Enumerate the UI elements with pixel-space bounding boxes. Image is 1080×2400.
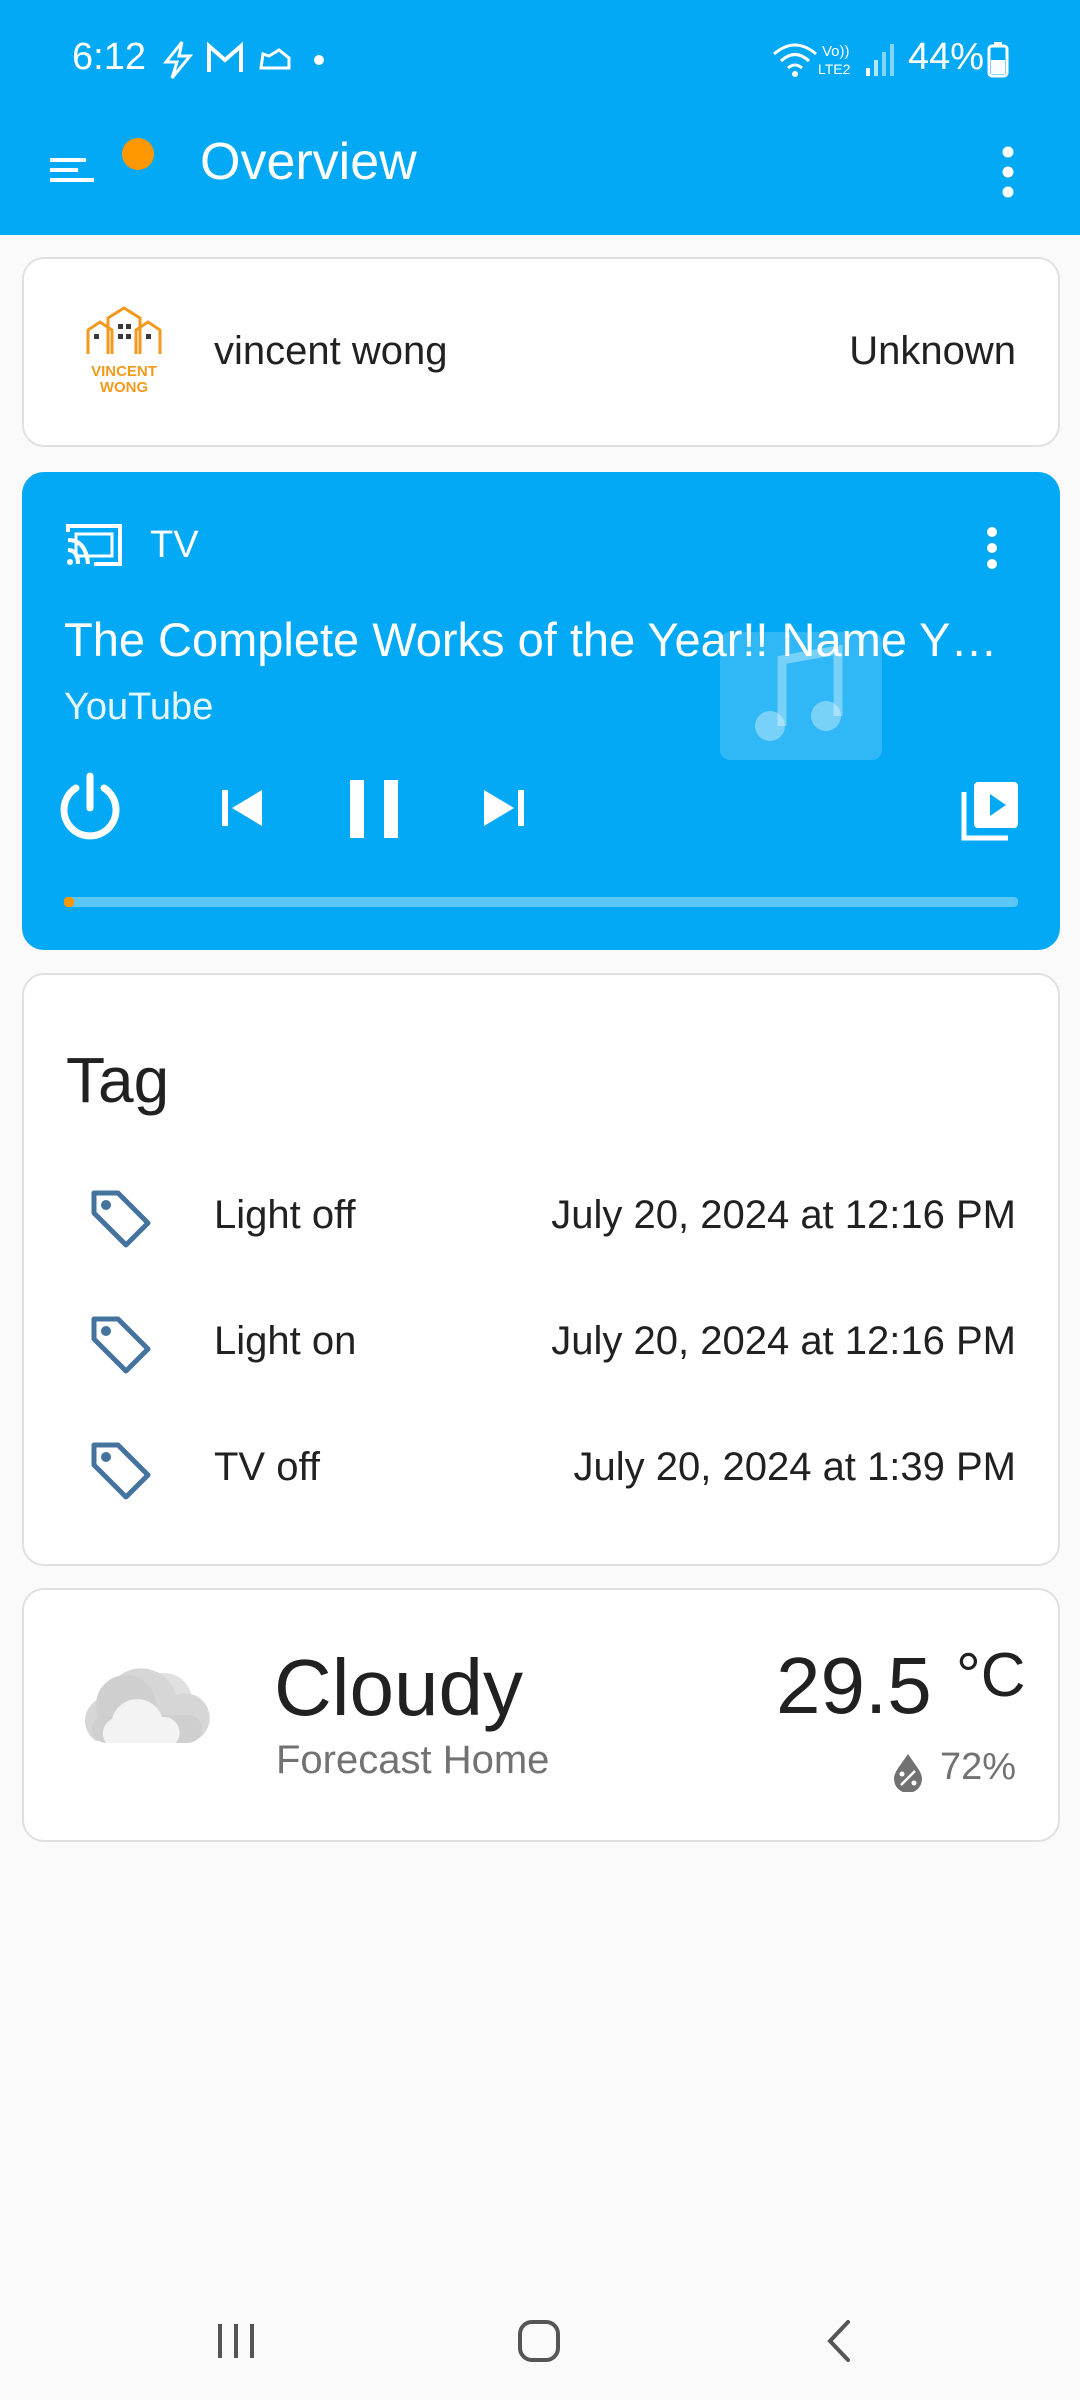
tag-card-heading: Tag xyxy=(66,1044,170,1116)
sidebar-menu-button[interactable] xyxy=(40,130,154,210)
back-icon[interactable] xyxy=(806,2310,876,2370)
wifi-icon xyxy=(773,43,817,77)
media-player-card[interactable]: TV The Complete Works of the Year!! Name… xyxy=(22,472,1060,950)
svg-text:WONG: WONG xyxy=(100,379,148,396)
media-progress-bar[interactable] xyxy=(64,897,1018,907)
bolt-icon xyxy=(162,41,194,79)
tag-row[interactable]: Light off July 20, 2024 at 12:16 PM xyxy=(24,1157,1058,1277)
next-icon[interactable] xyxy=(474,762,534,852)
weather-temperature: 29.5 xyxy=(776,1641,932,1730)
tag-label: Light on xyxy=(214,1319,357,1363)
tag-icon xyxy=(91,1190,151,1248)
system-nav-bar xyxy=(0,2280,1080,2400)
media-device-name: TV xyxy=(150,524,199,566)
tag-row[interactable]: Light on July 20, 2024 at 12:16 PM xyxy=(24,1283,1058,1403)
more-vert-icon xyxy=(1002,146,1014,198)
previous-icon[interactable] xyxy=(212,762,272,852)
tag-icon xyxy=(91,1316,151,1374)
weather-temperature-unit: °C xyxy=(956,1641,1026,1710)
svg-text:VINCENT: VINCENT xyxy=(91,363,157,380)
menu-icon xyxy=(50,158,94,182)
person-state: Unknown xyxy=(849,329,1016,373)
tag-timestamp: July 20, 2024 at 12:16 PM xyxy=(551,1319,1016,1363)
browse-media-icon[interactable] xyxy=(956,762,1026,852)
overflow-menu-button[interactable] xyxy=(980,132,1040,212)
tag-icon xyxy=(91,1442,151,1500)
tag-label: Light off xyxy=(214,1193,356,1237)
page-title: Overview xyxy=(200,133,417,191)
tag-timestamp: July 20, 2024 at 12:16 PM xyxy=(551,1193,1016,1237)
app-header: 6:12 Vo)) LTE2 44% Overview xyxy=(0,0,1080,235)
gmail-icon xyxy=(207,41,243,72)
vincent-wong-logo: VINCENT WONG xyxy=(86,306,162,396)
cloud-icon xyxy=(259,48,291,70)
person-card[interactable]: VINCENT WONG vincent wong Unknown xyxy=(22,257,1060,447)
weather-condition: Cloudy xyxy=(274,1643,524,1732)
tag-timestamp: July 20, 2024 at 1:39 PM xyxy=(573,1445,1017,1489)
status-time: 6:12 xyxy=(72,36,146,78)
cloudy-icon xyxy=(84,1668,210,1743)
pause-icon[interactable] xyxy=(340,762,410,852)
status-bar: 6:12 Vo)) LTE2 44% xyxy=(0,0,1080,120)
dot-icon xyxy=(314,55,324,65)
svg-text:LTE2: LTE2 xyxy=(818,61,851,77)
tag-row[interactable]: TV off July 20, 2024 at 1:39 PM xyxy=(24,1409,1058,1529)
tag-label: TV off xyxy=(214,1445,320,1489)
weather-location: Forecast Home xyxy=(276,1738,550,1782)
tag-card: Tag Light off July 20, 2024 at 12:16 PM … xyxy=(22,973,1060,1566)
media-progress-fill xyxy=(64,897,74,907)
recents-icon[interactable] xyxy=(202,2310,272,2370)
power-icon[interactable] xyxy=(50,762,130,852)
media-app-name: YouTube xyxy=(64,686,214,728)
media-title: The Complete Works of the Year!! Name Y… xyxy=(64,613,998,666)
battery-percent: 44% xyxy=(908,36,985,78)
volte-icon: Vo))LTE2 xyxy=(818,43,851,77)
notification-badge xyxy=(122,138,154,170)
toolbar: Overview xyxy=(0,120,1080,235)
humidity-icon xyxy=(894,1754,922,1792)
more-vert-icon[interactable] xyxy=(972,522,1012,574)
person-name: vincent wong xyxy=(214,329,448,373)
battery-icon xyxy=(987,42,1009,78)
signal-icon xyxy=(866,44,894,76)
weather-humidity: 72% xyxy=(939,1746,1016,1788)
svg-text:Vo)): Vo)) xyxy=(822,43,850,60)
cast-icon xyxy=(66,524,122,566)
weather-card[interactable]: Cloudy Forecast Home 29.5 °C 72% xyxy=(22,1588,1060,1842)
home-icon[interactable] xyxy=(504,2310,574,2370)
